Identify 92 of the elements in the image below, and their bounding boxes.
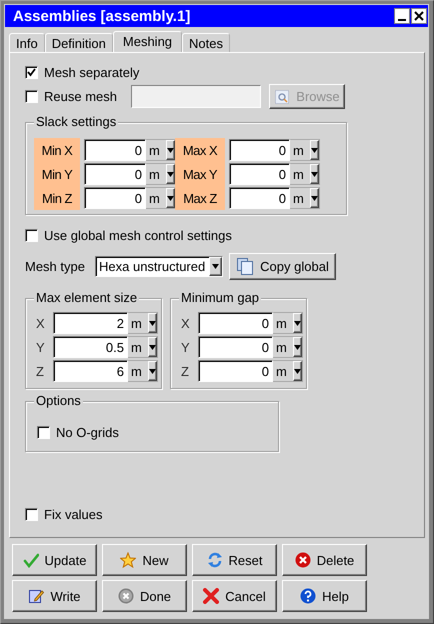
field-label: Min X	[34, 138, 80, 162]
field-label: Z	[180, 362, 190, 380]
dropdown-arrow-icon	[149, 344, 156, 350]
group-title: Minimum gap	[179, 290, 262, 306]
dropdown-arrow-icon	[149, 368, 156, 374]
dropdown-arrow-icon	[212, 264, 219, 268]
checkbox[interactable]	[37, 426, 50, 438]
number-field[interactable]: 0	[229, 139, 290, 161]
checkbox[interactable]	[25, 508, 38, 520]
help-button[interactable]: Help	[282, 580, 367, 612]
checkbox-label: No O-grids	[56, 424, 119, 440]
field-label: Y	[180, 338, 190, 356]
cancel-button[interactable]: Cancel	[192, 580, 277, 612]
delete-button[interactable]: Delete	[282, 544, 367, 576]
path-field[interactable]	[130, 85, 261, 108]
number-field[interactable]: 0	[84, 139, 146, 161]
dropdown-arrow-icon	[167, 172, 174, 176]
checkbox[interactable]	[25, 228, 38, 242]
field-label: X	[180, 314, 190, 332]
browse-icon	[274, 88, 290, 104]
dropdown-arrow-icon	[311, 148, 318, 152]
field-label: Z	[35, 362, 44, 380]
reset-button[interactable]: Reset	[192, 544, 277, 576]
checkbox-label: Use global mesh control settings	[44, 228, 232, 242]
unit-dropdown[interactable]: m	[128, 312, 158, 334]
new-button[interactable]: New	[102, 544, 187, 576]
check-icon	[22, 552, 39, 568]
tab[interactable]: Meshing	[112, 31, 182, 52]
field-label: Max X	[175, 138, 225, 162]
field-label: Min Y	[34, 162, 80, 186]
done-button[interactable]: Done	[102, 580, 187, 612]
unit-dropdown[interactable]: m	[290, 163, 320, 185]
unit-dropdown[interactable]: m	[146, 163, 176, 185]
checkbox-label: Mesh separately	[44, 64, 140, 80]
delete-icon	[294, 552, 311, 568]
field-label: Y	[35, 338, 46, 356]
dropdown-arrow-icon	[167, 196, 174, 200]
check-icon	[27, 68, 36, 76]
minimize-icon[interactable]	[394, 8, 410, 24]
number-field[interactable]: 0	[198, 312, 273, 334]
dropdown-arrow-icon	[167, 148, 174, 152]
x-circle-icon	[118, 588, 134, 604]
checkbox-label: Fix values	[44, 506, 103, 522]
field-label: Max Y	[175, 162, 225, 186]
window-title: Assemblies [assembly.1]	[13, 8, 190, 24]
unit-dropdown[interactable]: m	[273, 360, 303, 382]
number-field[interactable]: 0	[229, 187, 290, 209]
unit-dropdown[interactable]: m	[128, 336, 158, 358]
unit-dropdown[interactable]: m	[273, 312, 303, 334]
dropdown-arrow-icon	[311, 196, 318, 200]
number-field[interactable]: 0	[198, 336, 273, 358]
unit-dropdown[interactable]: m	[273, 336, 303, 358]
tab[interactable]: Info	[9, 33, 45, 52]
number-field[interactable]: 0	[84, 187, 146, 209]
unit-dropdown[interactable]: m	[146, 187, 176, 209]
copy-global-button[interactable]: Copy global	[229, 252, 336, 280]
cancel-icon	[203, 588, 220, 604]
checkbox-label: Reuse mesh	[44, 89, 117, 104]
tab[interactable]: Definition	[44, 33, 113, 52]
unit-dropdown[interactable]: m	[290, 187, 320, 209]
write-button[interactable]: Write	[12, 580, 97, 612]
checkbox[interactable]	[25, 90, 38, 103]
number-field[interactable]: 0	[198, 360, 273, 382]
group-title: Slack settings	[34, 114, 118, 130]
checkbox[interactable]	[25, 66, 38, 78]
copy-icon	[236, 257, 254, 275]
dropdown-arrow-icon	[311, 172, 318, 176]
field-label: Max Z	[175, 186, 225, 210]
close-icon[interactable]	[411, 8, 427, 24]
dropdown-arrow-icon	[294, 320, 301, 326]
star-icon	[120, 552, 136, 568]
number-field[interactable]: 0	[84, 163, 146, 185]
dropdown-arrow-icon	[294, 368, 301, 374]
field-label: Min Z	[34, 186, 80, 210]
mesh-type-label: Mesh type	[25, 258, 86, 274]
unit-dropdown[interactable]: m	[128, 360, 158, 382]
unit-dropdown[interactable]: m	[146, 139, 176, 161]
dropdown-arrow-icon	[294, 344, 301, 350]
notepad-pencil-icon	[28, 588, 44, 604]
number-field[interactable]: 2	[53, 312, 128, 334]
field-label: X	[35, 314, 46, 332]
tab[interactable]: Notes	[182, 33, 230, 52]
group-title: Options	[34, 393, 83, 409]
number-field[interactable]: 0	[229, 163, 290, 185]
dropdown-arrow-icon	[149, 320, 156, 326]
number-field[interactable]: 0.5	[53, 336, 128, 358]
update-button[interactable]: Update	[12, 544, 97, 576]
help-icon	[300, 588, 316, 604]
number-field[interactable]: 6	[53, 360, 128, 382]
mesh-type-dropdown[interactable]: Hexa unstructured	[95, 256, 223, 276]
unit-dropdown[interactable]: m	[290, 139, 320, 161]
arrows-icon	[206, 552, 223, 568]
